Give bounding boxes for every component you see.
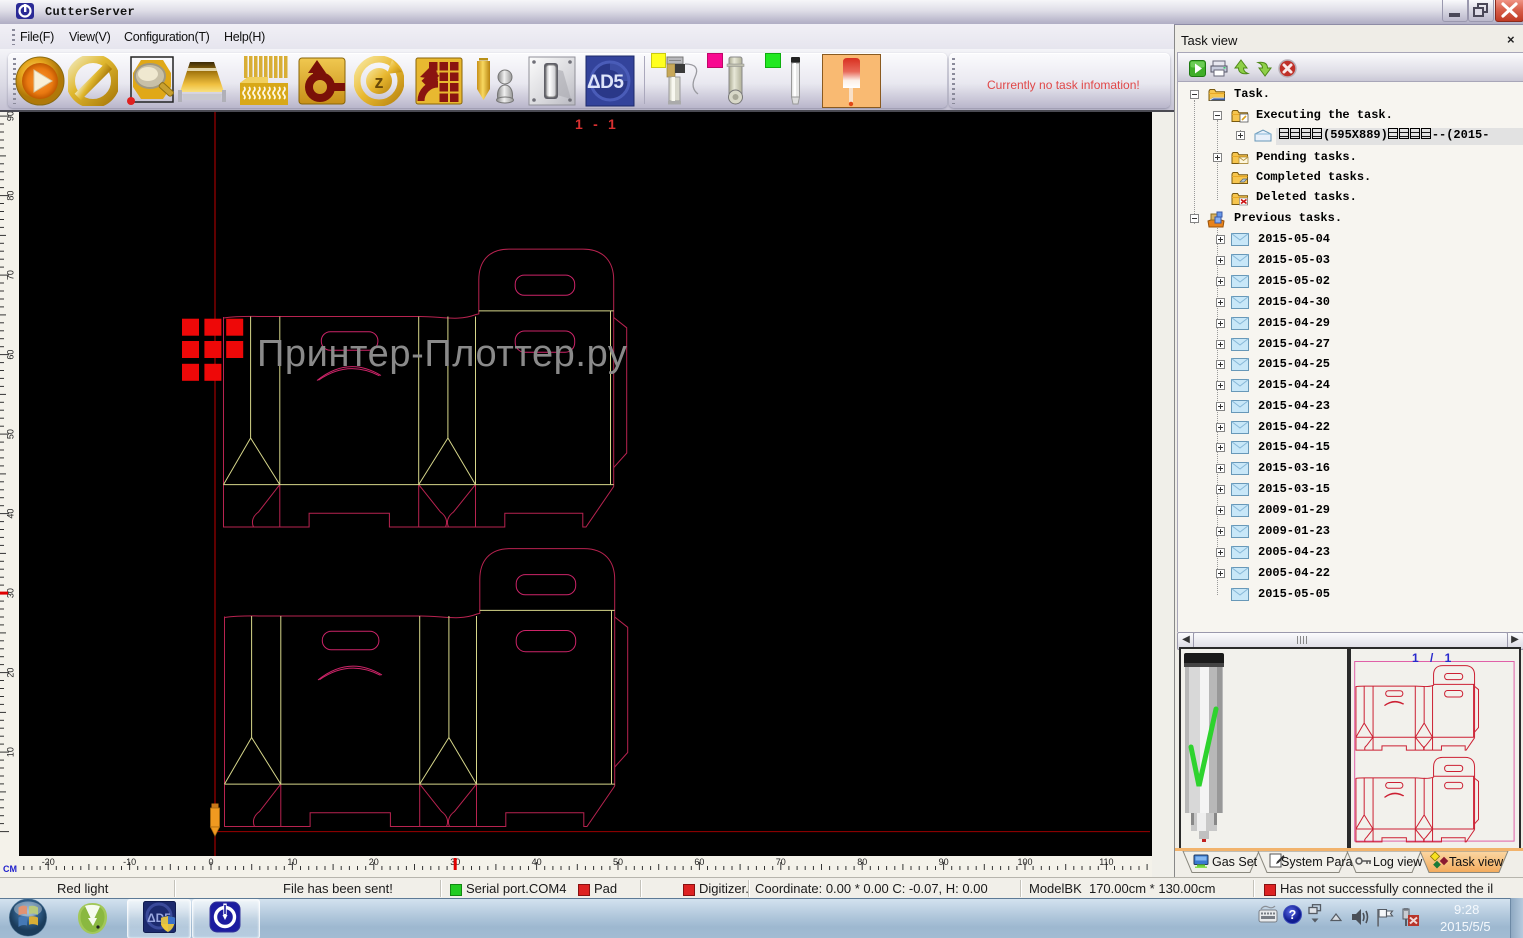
svg-text:70: 70 (776, 857, 786, 867)
svg-text:CM: CM (3, 864, 17, 874)
svg-text:60: 60 (6, 350, 16, 360)
svg-text:System Para: System Para (1281, 855, 1353, 869)
svg-text:Log view: Log view (1373, 855, 1423, 869)
svg-text:?: ? (1289, 908, 1297, 922)
svg-text:90: 90 (6, 112, 16, 121)
svg-text:80: 80 (857, 857, 867, 867)
svg-text:1 / 1: 1 / 1 (1412, 651, 1455, 665)
svg-text:10: 10 (287, 857, 297, 867)
svg-text:20: 20 (6, 668, 16, 678)
svg-text:z: z (375, 72, 384, 92)
svg-text:1 - 1: 1 - 1 (575, 116, 619, 132)
svg-text:Принтер-Плоттер.ру: Принтер-Плоттер.ру (257, 333, 627, 375)
svg-text:20: 20 (369, 857, 379, 867)
svg-text:-10: -10 (123, 857, 136, 867)
svg-text:40: 40 (6, 509, 16, 519)
svg-text:50: 50 (6, 429, 16, 439)
svg-text:0: 0 (208, 857, 213, 867)
svg-text:100: 100 (1017, 857, 1032, 867)
svg-text:80: 80 (6, 191, 16, 201)
svg-text:70: 70 (6, 270, 16, 280)
svg-text:60: 60 (694, 857, 704, 867)
svg-text:110: 110 (1099, 857, 1113, 867)
svg-text:ΔD5: ΔD5 (587, 72, 624, 93)
svg-text:40: 40 (532, 857, 542, 867)
svg-text:10: 10 (6, 747, 16, 757)
svg-text:50: 50 (613, 857, 623, 867)
svg-text:-20: -20 (42, 857, 55, 867)
svg-text:Gas Set: Gas Set (1212, 855, 1258, 869)
svg-text:90: 90 (939, 857, 949, 867)
svg-text:Task view: Task view (1449, 855, 1504, 869)
